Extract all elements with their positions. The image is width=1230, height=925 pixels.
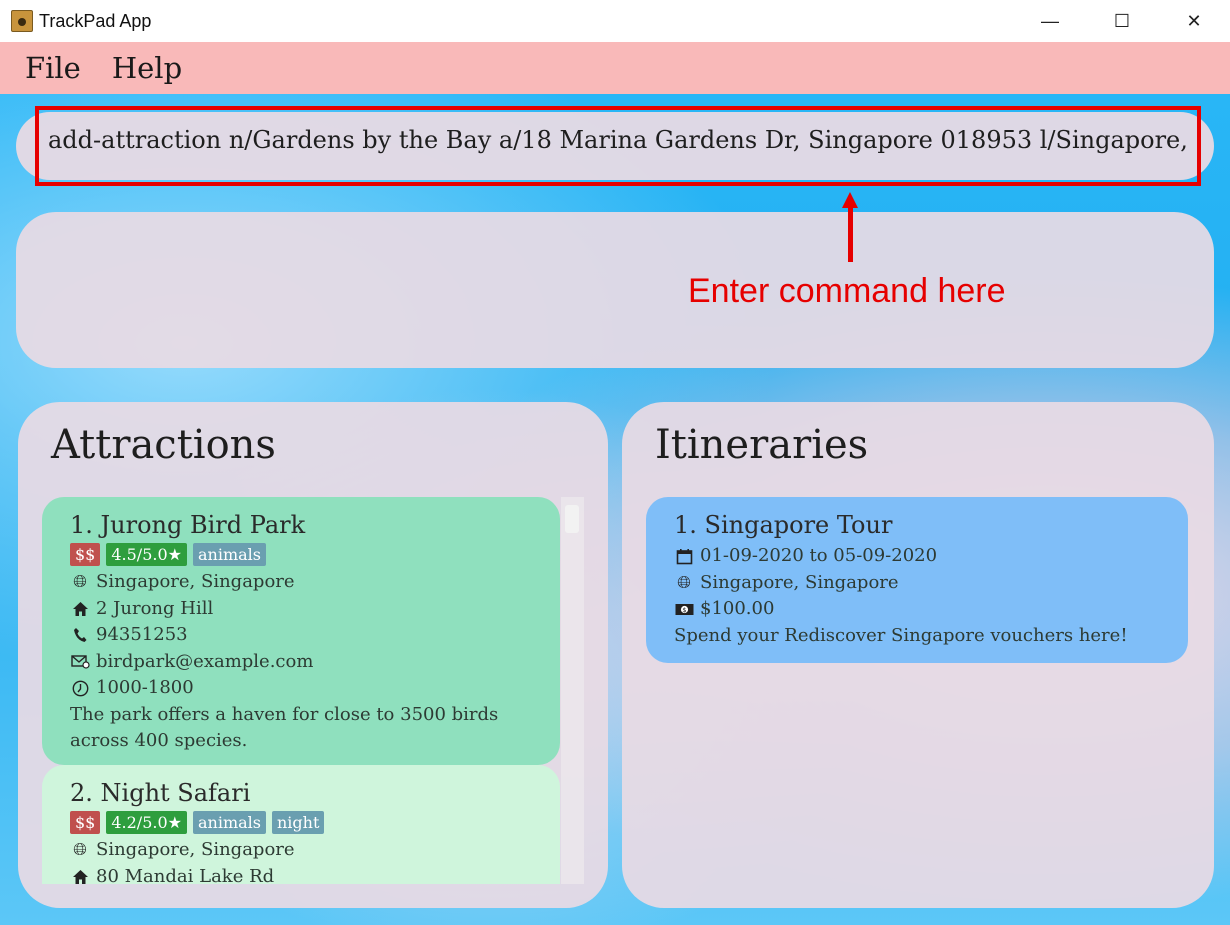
globe-icon: 🌐︎ <box>73 840 87 860</box>
attractions-scrollbar[interactable] <box>561 497 584 884</box>
tag-badge: night <box>271 811 325 834</box>
itinerary-name: 1. Singapore Tour <box>674 511 893 539</box>
menu-file[interactable]: File <box>25 51 81 85</box>
window-titlebar: TrackPad App — ☐ ✕ <box>0 0 1230 42</box>
minimize-button[interactable]: — <box>1014 0 1086 42</box>
menubar: File Help <box>0 42 1230 94</box>
close-icon: ✕ <box>1186 10 1202 31</box>
result-display <box>16 212 1214 368</box>
window-title: TrackPad App <box>39 10 152 31</box>
price-badge: $$ <box>70 543 101 566</box>
attraction-card[interactable]: 2. Night Safari $$ 4.2/5.0★ animals nigh… <box>42 765 560 884</box>
globe-icon: 🌐︎ <box>73 572 87 592</box>
globe-icon: 🌐︎ <box>677 572 691 593</box>
itinerary-location: Singapore, Singapore <box>700 571 899 593</box>
email-icon <box>70 652 90 672</box>
menu-help[interactable]: Help <box>112 51 182 85</box>
itineraries-title: Itineraries <box>655 422 869 468</box>
attraction-address: 2 Jurong Hill <box>96 597 214 619</box>
scroll-thumb[interactable] <box>565 505 579 533</box>
minimize-icon: — <box>1041 10 1059 31</box>
attractions-list[interactable]: 1. Jurong Bird Park $$ 4.5/5.0★ animals … <box>42 497 560 884</box>
attraction-description: The park offers a haven for close to 350… <box>70 703 499 752</box>
calendar-icon <box>674 546 694 566</box>
home-icon <box>70 867 90 884</box>
command-input[interactable]: add-attraction n/Gardens by the Bay a/18… <box>48 126 1188 168</box>
attraction-card[interactable]: 1. Jurong Bird Park $$ 4.5/5.0★ animals … <box>42 497 560 765</box>
phone-icon <box>70 625 90 645</box>
attraction-location: Singapore, Singapore <box>96 839 295 860</box>
itinerary-description: Spend your Rediscover Singapore vouchers… <box>674 624 1128 646</box>
close-button[interactable]: ✕ <box>1158 0 1230 42</box>
clock-icon <box>70 678 90 698</box>
attraction-address: 80 Mandai Lake Rd <box>96 865 275 885</box>
attraction-name: 2. Night Safari <box>70 779 251 807</box>
annotation-label: Enter command here <box>688 272 1006 310</box>
tag-badge: animals <box>192 543 266 566</box>
attraction-hours: 1000-1800 <box>96 677 194 698</box>
itinerary-dates: 01-09-2020 to 05-09-2020 <box>700 545 938 566</box>
attraction-location: Singapore, Singapore <box>96 571 295 592</box>
price-badge: $$ <box>70 811 101 834</box>
attraction-name: 1. Jurong Bird Park <box>70 511 306 539</box>
attractions-panel: Attractions 1. Jurong Bird Park $$ 4.5/5… <box>18 402 608 908</box>
rating-badge: 4.2/5.0★ <box>106 811 187 834</box>
attractions-title: Attractions <box>51 422 276 468</box>
itinerary-budget: $100.00 <box>700 598 775 619</box>
itinerary-card[interactable]: 1. Singapore Tour 01-09-2020 to 05-09-20… <box>646 497 1188 663</box>
app-icon <box>11 10 33 32</box>
svg-text:$: $ <box>682 606 686 614</box>
tag-badge: animals <box>192 811 266 834</box>
itineraries-panel: Itineraries 1. Singapore Tour 01-09-2020… <box>622 402 1214 908</box>
attraction-phone: 94351253 <box>96 624 188 645</box>
maximize-button[interactable]: ☐ <box>1086 0 1158 42</box>
command-text: add-attraction n/Gardens by the Bay a/18… <box>48 126 1188 154</box>
attraction-email: birdpark@example.com <box>96 650 314 672</box>
annotation-arrow <box>848 205 853 262</box>
home-icon <box>70 599 90 619</box>
rating-badge: 4.5/5.0★ <box>106 543 187 566</box>
money-icon: $ <box>674 599 694 619</box>
maximize-icon: ☐ <box>1113 10 1131 31</box>
